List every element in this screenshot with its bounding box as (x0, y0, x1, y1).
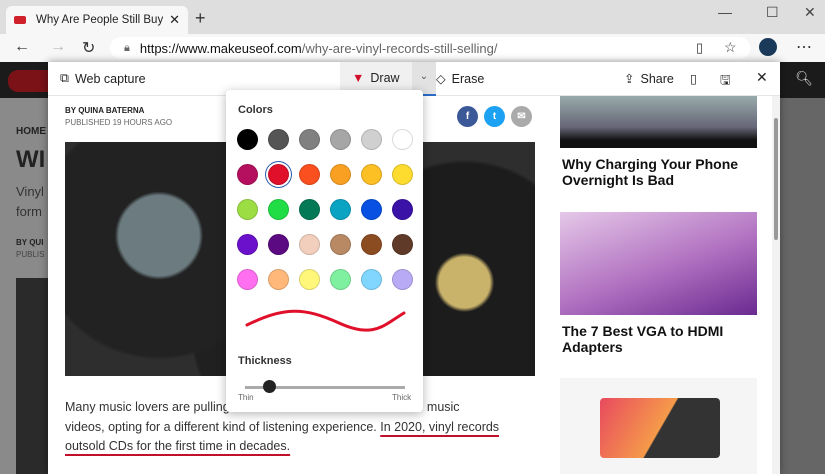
close-capture-icon[interactable]: ✕ (756, 69, 768, 86)
para-line2-a: videos, opting for a different kind of l… (65, 419, 381, 434)
close-tab-icon[interactable]: ✕ (169, 12, 180, 28)
thickness-heading: Thickness (238, 355, 292, 367)
color-swatch[interactable] (268, 164, 289, 185)
colors-heading: Colors (238, 104, 273, 116)
thickness-slider[interactable] (245, 380, 405, 393)
color-swatch[interactable] (392, 269, 413, 290)
color-swatch[interactable] (237, 234, 258, 255)
thick-label: Thick (392, 393, 412, 402)
draw-label: Draw (370, 71, 400, 85)
color-swatch[interactable] (268, 199, 289, 220)
bg-subtitle-1: Vinyl (16, 184, 44, 199)
twitter-share-icon[interactable]: t (484, 106, 505, 127)
color-swatch[interactable] (237, 129, 258, 150)
color-swatch[interactable] (330, 234, 351, 255)
search-icon: 🔍︎ (795, 70, 813, 86)
color-swatch[interactable] (268, 129, 289, 150)
more-menu-icon[interactable]: ⋯ (796, 37, 812, 57)
web-capture-text: Web capture (74, 71, 146, 86)
color-swatch[interactable] (361, 164, 382, 185)
article-published: PUBLISHED 19 HOURS AGO (65, 118, 173, 127)
favorites-icon[interactable]: ☆ (724, 39, 737, 56)
color-swatch[interactable] (299, 234, 320, 255)
url-input[interactable]: 🔒︎ https://www.makeuseof.com/why-are-vin… (110, 37, 750, 59)
color-swatch[interactable] (330, 199, 351, 220)
color-swatch[interactable] (330, 164, 351, 185)
color-swatch[interactable] (361, 129, 382, 150)
draw-options-popup: Colors Thickness Thin Thick (226, 90, 423, 412)
color-swatch[interactable] (392, 234, 413, 255)
para-line3: outsold CDs for the first time in decade… (65, 439, 291, 453)
save-icon[interactable]: 🖫︎ (720, 71, 731, 92)
sidebar-ad-applecare (560, 378, 757, 474)
minimize-button[interactable]: — (718, 4, 732, 20)
color-swatch[interactable] (299, 164, 320, 185)
color-swatch[interactable] (268, 234, 289, 255)
color-swatch[interactable] (392, 129, 413, 150)
web-capture-label: ⧉ Web capture (60, 71, 146, 86)
para-line1-a: Many music lovers are pulling (65, 400, 230, 414)
stroke-preview (245, 309, 406, 332)
share-label: Share (640, 71, 674, 86)
bg-breadcrumb: HOME (16, 126, 46, 137)
color-swatch[interactable] (299, 269, 320, 290)
color-swatch[interactable] (330, 129, 351, 150)
sidebar-item-title[interactable]: The 7 Best VGA to HDMI Adapters (562, 323, 757, 355)
reading-view-icon[interactable]: ▯ (696, 40, 703, 56)
thickness-slider-knob[interactable] (263, 380, 276, 393)
maximize-button[interactable]: ☐ (766, 4, 779, 21)
site-favicon-icon (14, 16, 26, 24)
lock-icon: 🔒︎ (124, 41, 130, 54)
bg-title: WI (16, 146, 46, 173)
color-swatch[interactable] (299, 199, 320, 220)
url-path: /why-are-vinyl-records-still-selling/ (301, 40, 498, 56)
back-button[interactable]: ← (14, 38, 30, 56)
facebook-share-icon[interactable]: f (457, 106, 478, 127)
background-sidebar (780, 98, 825, 474)
eraser-icon: ◇ (436, 72, 446, 86)
color-swatch[interactable] (237, 199, 258, 220)
close-window-button[interactable]: ✕ (804, 4, 816, 21)
bg-published: PUBLIS (16, 250, 45, 259)
scrollbar-thumb[interactable] (774, 118, 778, 240)
sidebar-item-title[interactable]: Why Charging Your Phone Overnight Is Bad (562, 156, 757, 188)
para-line2-b: In 2020, vinyl records (380, 419, 500, 434)
bg-subtitle-2: form (16, 204, 42, 219)
article-author: BY QUINA BATERNA (65, 106, 145, 115)
sidebar-image-hdmi (560, 212, 757, 315)
color-swatch[interactable] (361, 234, 382, 255)
copy-icon[interactable]: ▯ (690, 71, 697, 86)
profile-avatar[interactable] (759, 38, 777, 56)
url-domain: https://www.makeuseof.com (139, 40, 302, 56)
email-share-icon[interactable]: ✉ (511, 106, 532, 127)
thin-label: Thin (238, 393, 254, 402)
web-capture-icon: ⧉ (60, 71, 69, 85)
color-swatch[interactable] (237, 269, 258, 290)
refresh-button[interactable]: ↻ (82, 38, 95, 58)
bg-author: BY QUI (16, 238, 44, 247)
share-button[interactable]: ⇪ Share (624, 71, 674, 87)
new-tab-button[interactable]: + (195, 8, 206, 29)
color-swatch[interactable] (361, 199, 382, 220)
erase-button[interactable]: ◇ Erase (436, 71, 485, 87)
color-swatch[interactable] (237, 164, 258, 185)
color-swatch[interactable] (392, 199, 413, 220)
tab-title: Why Are People Still Buying Vinyl (36, 14, 164, 26)
background-article: HOME WI Vinyl form BY QUI PUBLIS (0, 98, 48, 474)
sidebar-image-charging (560, 96, 757, 148)
color-swatch[interactable] (299, 129, 320, 150)
color-swatch[interactable] (268, 269, 289, 290)
share-icon: ⇪ (624, 72, 635, 86)
color-palette (237, 129, 413, 290)
color-swatch[interactable] (361, 269, 382, 290)
scrollbar[interactable] (772, 96, 780, 474)
tab-bar: Why Are People Still Buying Vinyl ✕ + — … (0, 0, 825, 34)
browser-tab[interactable]: Why Are People Still Buying Vinyl ✕ (6, 6, 188, 34)
forward-button[interactable]: → (50, 38, 66, 56)
color-swatch[interactable] (392, 164, 413, 185)
erase-label: Erase (451, 71, 485, 86)
color-swatch[interactable] (330, 269, 351, 290)
pen-icon: ▼ (352, 71, 365, 85)
